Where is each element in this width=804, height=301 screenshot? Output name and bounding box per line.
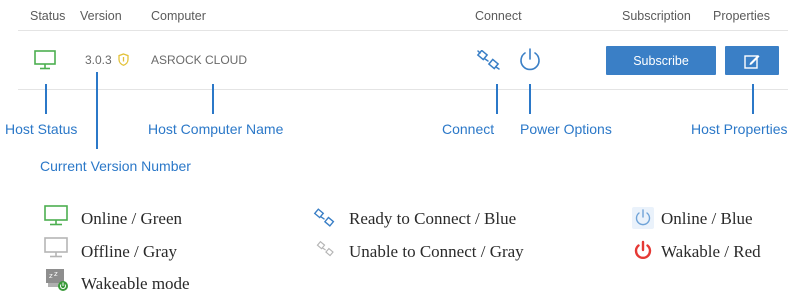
svg-text:z: z: [49, 272, 53, 280]
connect-plug-icon[interactable]: [476, 50, 502, 70]
host-status-monitor-icon: [34, 50, 56, 70]
callout-power-options: Power Options: [520, 121, 612, 137]
header-computer: Computer: [151, 9, 206, 23]
version-shield-icon: [118, 53, 129, 66]
callout-line-properties: [752, 84, 754, 114]
header-status: Status: [30, 9, 66, 23]
host-version-number: 3.0.3: [85, 53, 112, 67]
callout-line-version: [96, 72, 98, 149]
legend-online-monitor-icon: [44, 205, 68, 227]
power-options-power-icon[interactable]: [517, 47, 543, 73]
callout-line-connect: [496, 84, 498, 114]
header-version: Version: [80, 9, 122, 23]
callout-line-power: [529, 84, 531, 114]
legend-sleeping-monitor-icon: z z: [45, 268, 69, 292]
callout-host-properties: Host Properties: [691, 121, 788, 137]
callout-line-computer-name: [212, 84, 214, 114]
svg-text:z: z: [54, 270, 58, 278]
legend-wakable-power-icon: [632, 240, 654, 262]
header-properties: Properties: [713, 9, 770, 23]
legend-offline-gray: Offline / Gray: [81, 242, 177, 261]
legend-ready-to-connect: Ready to Connect / Blue: [349, 209, 517, 228]
subscribe-button[interactable]: Subscribe: [606, 46, 716, 75]
host-computer-name: ASROCK CLOUD: [151, 53, 248, 67]
legend-unable-to-connect: Unable to Connect / Gray: [349, 242, 524, 261]
callout-line-host-status: [45, 84, 47, 114]
legend-online-power-icon: [632, 207, 654, 229]
callout-host-computer-name: Host Computer Name: [148, 121, 284, 137]
host-properties-button[interactable]: [725, 46, 779, 75]
legend-unable-plug-icon: [316, 240, 336, 258]
callout-current-version: Current Version Number: [40, 158, 191, 174]
header-connect: Connect: [475, 9, 522, 23]
legend-ready-plug-icon: [313, 208, 337, 228]
callout-host-status: Host Status: [5, 121, 78, 137]
legend-wakable-red: Wakable / Red: [661, 242, 761, 261]
row-divider: [18, 89, 788, 90]
header-divider: [18, 30, 788, 31]
legend-online-green: Online / Green: [81, 209, 183, 228]
legend-online-blue: Online / Blue: [661, 209, 753, 228]
legend-wakeable-mode: Wakeable mode: [81, 274, 190, 293]
edit-icon: [744, 54, 760, 69]
legend-offline-monitor-icon: [44, 237, 68, 259]
header-subscription: Subscription: [622, 9, 691, 23]
callout-connect: Connect: [442, 121, 495, 137]
